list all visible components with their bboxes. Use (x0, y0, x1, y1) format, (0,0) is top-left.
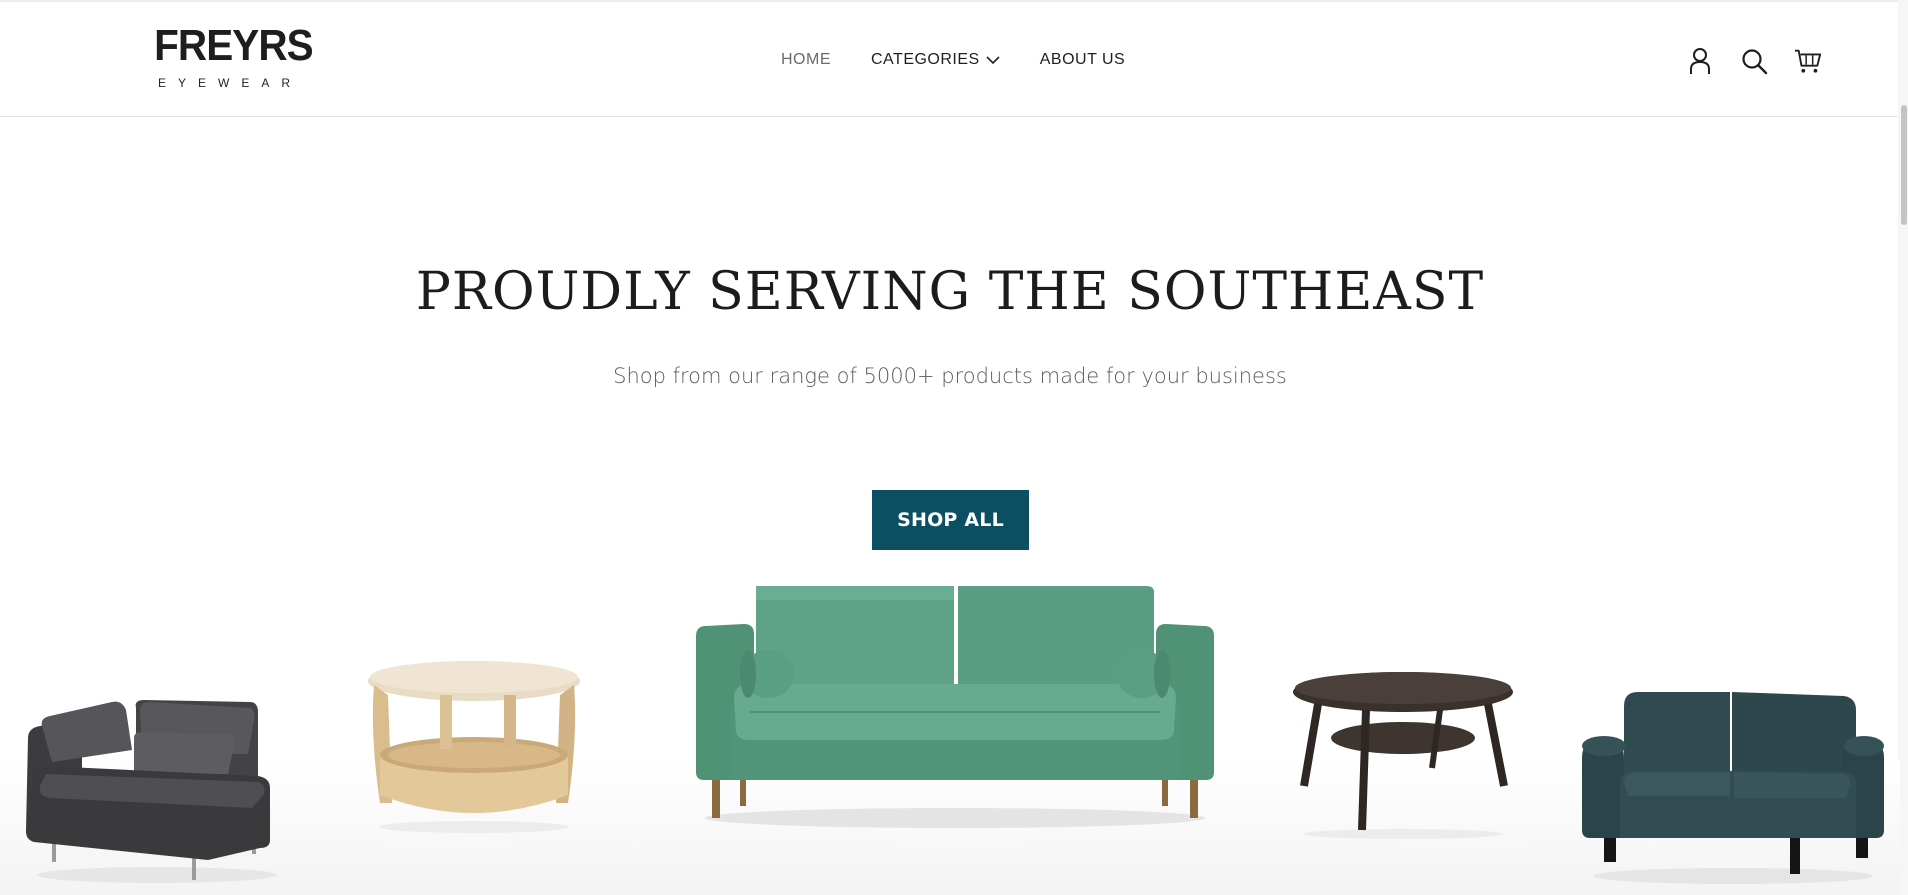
green-sofa-image[interactable] (690, 580, 1220, 830)
grey-armchair-image[interactable] (22, 690, 282, 890)
hero-title: PROUDLY SERVING THE SOUTHEAST (415, 262, 1485, 322)
nav-item-about-us[interactable]: ABOUT US (1040, 51, 1126, 69)
nav-item-label: CATEGORIES (871, 51, 980, 68)
nav-item-label: HOME (781, 51, 831, 68)
search-icon[interactable] (1740, 46, 1768, 76)
account-icon[interactable] (1686, 46, 1714, 76)
brand-tagline: EYEWEAR (158, 76, 303, 90)
main-nav: HOME CATEGORIES ABOUT US (781, 51, 1165, 69)
nav-item-home[interactable]: HOME (781, 51, 831, 69)
nav-item-label: ABOUT US (1039, 51, 1126, 68)
wooden-side-table-image[interactable] (364, 655, 584, 835)
header-icons (1660, 46, 1822, 76)
shop-all-button[interactable]: SHOP ALL (872, 490, 1029, 550)
chevron-down-icon (986, 55, 1000, 64)
brand-logo[interactable]: FREYRS EYEWEAR (148, 21, 314, 91)
teal-loveseat-image[interactable] (1580, 688, 1886, 888)
site-header: FREYRS EYEWEAR HOME CATEGORIES ABOUT US (0, 2, 1908, 117)
nav-item-categories[interactable]: CATEGORIES (871, 51, 1000, 69)
dark-coffee-table-image[interactable] (1290, 668, 1516, 840)
cart-icon[interactable] (1794, 46, 1822, 76)
brand-name: FREYRS (154, 21, 314, 70)
hero-subtitle: Shop from our range of 5000+ products ma… (613, 364, 1287, 388)
scrollbar-thumb[interactable] (1901, 105, 1907, 225)
